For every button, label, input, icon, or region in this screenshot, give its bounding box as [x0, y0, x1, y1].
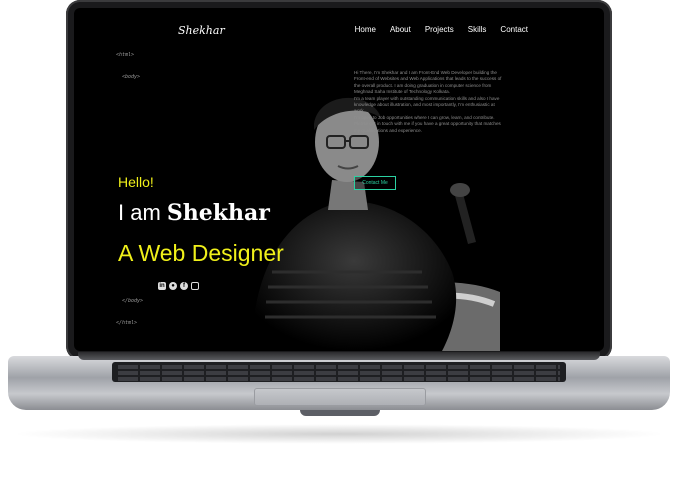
about-line: my qualifications and experience. [354, 127, 422, 133]
code-tag-body-close: </body> [122, 298, 144, 304]
laptop-shadow [10, 424, 668, 444]
instagram-icon[interactable] [191, 282, 199, 290]
nav-item-home[interactable]: Home [355, 25, 376, 34]
code-tag-html-close: </html> [116, 320, 138, 326]
social-links: in ● f [158, 282, 199, 290]
about-line: Please get in touch with me if you have … [354, 121, 501, 127]
hero-intro-prefix: I am [118, 200, 161, 225]
nav-item-contact[interactable]: Contact [500, 25, 528, 34]
keyboard-row [118, 377, 560, 381]
site-logo[interactable]: Shekhar [178, 24, 225, 37]
laptop-screen: Shekhar Home About Projects Skills Conta… [74, 8, 604, 351]
hero-role: A Web Designer [118, 240, 284, 266]
keyboard-row [118, 365, 560, 369]
laptop-hinge [78, 352, 600, 360]
laptop-base [8, 352, 670, 422]
about-text: Hi There, I'm Shekhar and I am Front-End… [354, 70, 519, 134]
hero-intro: I am Shekhar [118, 200, 270, 226]
contact-me-button[interactable]: Contact Me [354, 176, 396, 190]
facebook-icon[interactable]: f [180, 282, 188, 290]
laptop-trackpad [254, 388, 426, 406]
about-line: knowledge about illustration, and most i… [354, 102, 495, 108]
linkedin-icon[interactable]: in [158, 282, 166, 290]
laptop-keyboard [112, 362, 566, 382]
code-tag-body-open: <body> [122, 74, 141, 80]
nav-menu: Home About Projects Skills Contact [355, 25, 528, 34]
top-navbar: Shekhar Home About Projects Skills Conta… [74, 8, 604, 50]
laptop-notch [300, 410, 380, 416]
nav-item-skills[interactable]: Skills [468, 25, 487, 34]
nav-item-about[interactable]: About [390, 25, 411, 34]
hero-greeting: Hello! [118, 174, 154, 190]
about-line: Front-end of Websites and Web Applicatio… [354, 76, 502, 82]
code-tag-html-open: <html> [116, 52, 135, 58]
hero-name: Shekhar [166, 200, 270, 226]
keyboard-row [118, 371, 560, 375]
nav-item-projects[interactable]: Projects [425, 25, 454, 34]
github-icon[interactable]: ● [169, 282, 177, 290]
